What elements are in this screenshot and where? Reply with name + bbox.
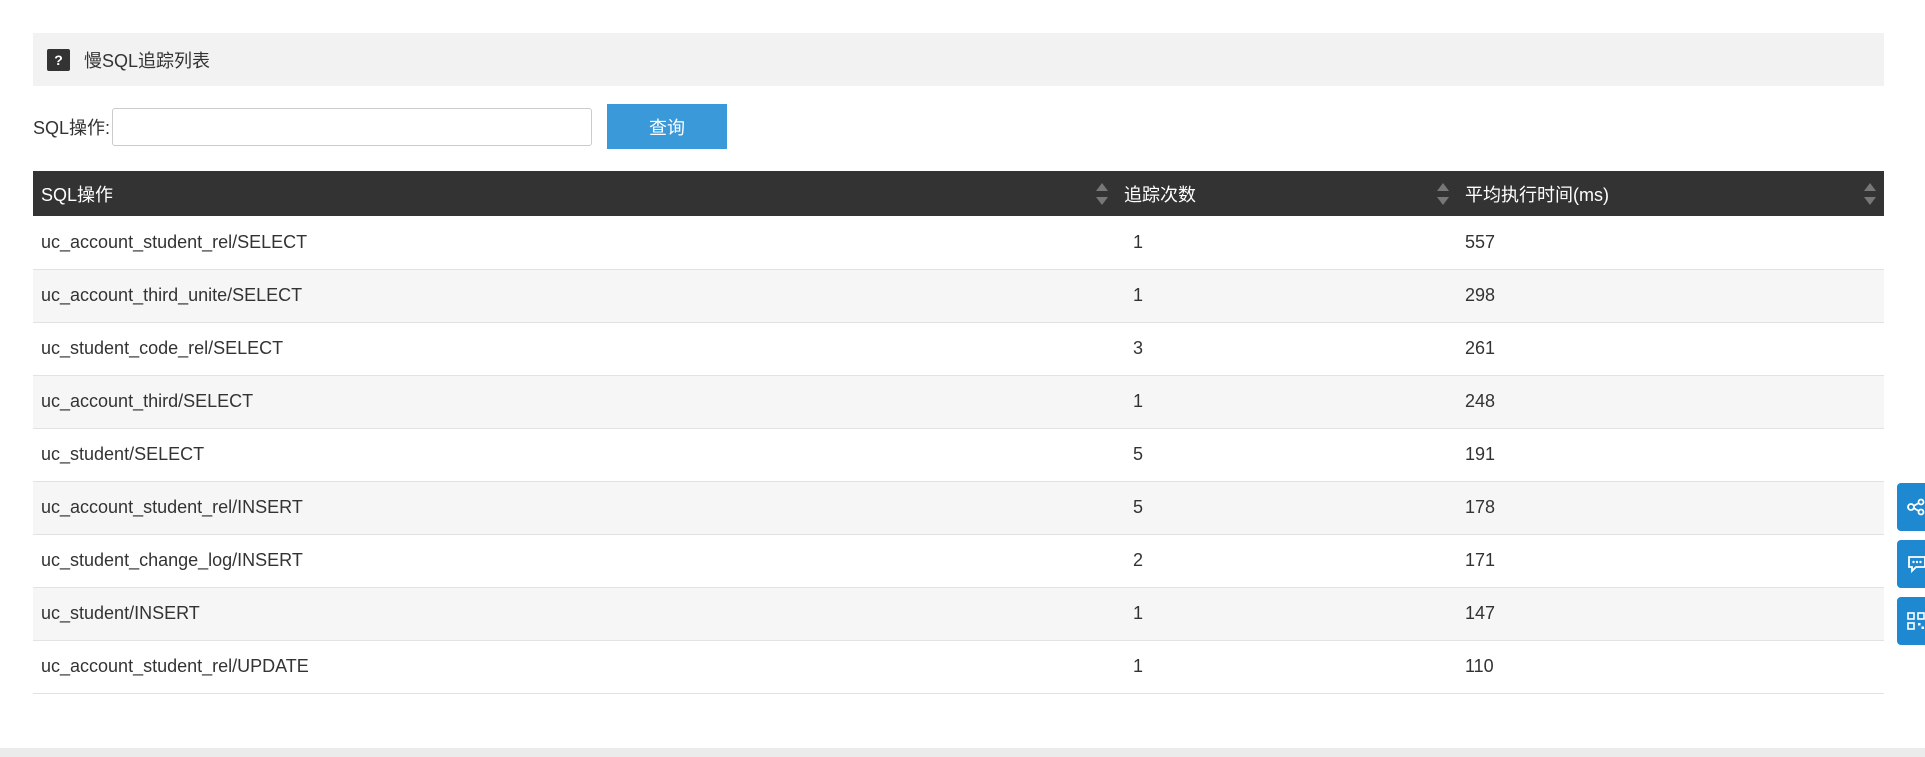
column-header-avg-exec-time[interactable]: 平均执行时间(ms) [1457,171,1884,216]
table-row[interactable]: uc_student/SELECT 5 191 [33,428,1884,481]
share-icon [1907,498,1925,516]
table-row[interactable]: uc_account_student_rel/UPDATE 1 110 [33,640,1884,693]
cell-sql-operation: uc_student/SELECT [41,444,205,464]
cell-avg-exec-time: 171 [1465,550,1496,570]
cell-trace-count: 1 [1133,231,1144,252]
column-header-label: 追踪次数 [1124,184,1196,205]
table-row[interactable]: uc_student_change_log/INSERT 2 171 [33,534,1884,587]
table-row[interactable]: uc_account_third/SELECT 1 248 [33,375,1884,428]
cell-avg-exec-time: 298 [1465,285,1496,305]
cell-avg-exec-time: 191 [1465,444,1496,464]
chat-button[interactable] [1897,540,1925,588]
bottom-divider [0,748,1925,757]
cell-trace-count: 1 [1133,285,1144,305]
cell-sql-operation: uc_account_student_rel/INSERT [41,497,303,517]
cell-trace-count: 5 [1133,444,1144,464]
panel-header: ? 慢SQL追踪列表 [33,33,1884,86]
slow-sql-table: SQL操作 追踪次数 平均执行时间(ms) uc_account_student… [33,171,1884,694]
sql-operation-input[interactable] [112,107,593,146]
sort-icon[interactable] [1864,182,1876,206]
table-row[interactable]: uc_student/INSERT 1 147 [33,587,1884,640]
column-header-label: SQL操作 [41,184,114,205]
cell-sql-operation: uc_account_student_rel/UPDATE [41,656,309,676]
cell-trace-count: 1 [1133,603,1144,623]
cell-sql-operation: uc_student/INSERT [41,603,200,623]
query-button[interactable]: 查询 [607,104,728,149]
sort-icon[interactable] [1096,182,1108,206]
column-header-label: 平均执行时间(ms) [1465,184,1609,205]
search-label: SQL操作: [33,117,111,138]
search-row: SQL操作: 查询 [33,104,728,149]
cell-trace-count: 1 [1133,391,1144,411]
table-row[interactable]: uc_account_student_rel/INSERT 5 178 [33,481,1884,534]
table-row[interactable]: uc_student_code_rel/SELECT 3 261 [33,322,1884,375]
cell-avg-exec-time: 248 [1465,391,1496,411]
table-row[interactable]: uc_account_third_unite/SELECT 1 298 [33,269,1884,322]
cell-avg-exec-time: 557 [1465,231,1496,252]
cell-sql-operation: uc_account_third/SELECT [41,391,254,411]
table-row[interactable]: uc_account_student_rel/SELECT 1 557 [33,216,1884,269]
share-button[interactable] [1897,483,1925,531]
qrcode-button[interactable] [1897,597,1925,645]
panel-title: 慢SQL追踪列表 [84,50,211,71]
cell-avg-exec-time: 261 [1465,338,1496,358]
cell-avg-exec-time: 110 [1465,656,1494,676]
cell-trace-count: 3 [1133,338,1144,358]
table-header-row: SQL操作 追踪次数 平均执行时间(ms) [33,171,1884,216]
qrcode-icon [1907,612,1925,630]
cell-avg-exec-time: 147 [1465,603,1496,623]
cell-trace-count: 1 [1133,656,1144,676]
cell-trace-count: 2 [1133,550,1144,570]
column-header-trace-count[interactable]: 追踪次数 [1116,171,1457,216]
cell-sql-operation: uc_account_student_rel/SELECT [41,231,308,252]
sort-icon[interactable] [1437,182,1449,206]
cell-sql-operation: uc_student_change_log/INSERT [41,550,303,570]
cell-sql-operation: uc_student_code_rel/SELECT [41,338,284,358]
help-icon[interactable]: ? [47,48,70,71]
chat-icon [1908,556,1925,574]
cell-avg-exec-time: 178 [1465,497,1496,517]
cell-sql-operation: uc_account_third_unite/SELECT [41,285,303,305]
column-header-sql-operation[interactable]: SQL操作 [33,171,1116,216]
cell-trace-count: 5 [1133,497,1144,517]
